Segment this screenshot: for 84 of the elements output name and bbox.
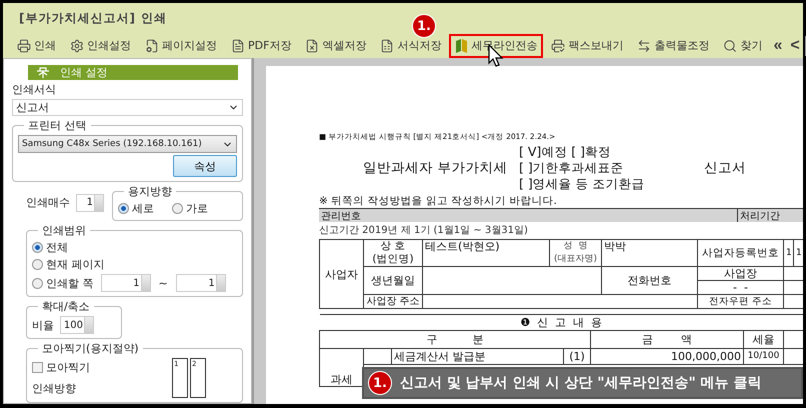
printer-dropdown[interactable]: Samsung C48x Series (192.168.10.161) [18,135,237,153]
table-cell: 상 호 (법인명) [364,240,422,266]
table-cell: 사업자 [320,240,364,308]
table-cell: 1 [794,240,803,266]
radio-button[interactable] [32,278,43,288]
toolbar-button[interactable]: 인쇄 [11,34,62,58]
field-label: 관리번호 [320,210,362,222]
spin-field[interactable]: 1 [176,274,226,292]
document-icon [231,38,245,52]
range-separator: ~ [158,276,168,290]
column-header: 금 액 [590,330,744,348]
window-title: [부가가치세신고서] 인쇄 [19,10,168,26]
radio-label: 가로 [186,201,208,216]
table-cell: 세금계산서 발급분 [392,348,564,364]
group-legend: 모아찍기(용지절약) [38,341,143,356]
checkbox[interactable] [32,362,43,373]
form-option: [ V]예정 [ ]확정 [519,144,704,160]
spin-field[interactable]: 1 [76,194,104,212]
table-cell: 1 [784,240,794,266]
field-label: 비율 [32,318,54,332]
field-label: 처리기간 [737,209,803,222]
arrows-icon [637,38,652,52]
page-gear-icon [145,38,159,52]
section-heading: ❶ 신 고 내 용 [320,314,803,330]
table-cell: 사업장 [698,266,784,280]
callout-text: 신고서 및 납부서 인쇄 시 상단 "세무라인전송" 메뉴 클릭 [400,374,762,392]
form-dropdown[interactable]: 신고서 [12,99,243,116]
table-cell: 전자우편 주소 [698,294,784,308]
radio-button[interactable] [172,203,183,214]
group-legend: 프린터 선택 [24,118,90,133]
panel-title: 인쇄 설정 [60,65,108,80]
table-cell: 사업장 주소 [364,294,422,308]
period-text: 신고기간 2019년 제 1기 (1월1일 ~ 3월31일) [319,224,529,238]
spin-field[interactable]: 1 [100,274,150,292]
radio-label: 전체 [46,240,68,255]
table-cell: 전화번호 [602,266,698,294]
toolbar-button[interactable]: 세무라인전송 [449,34,544,58]
table-cell: 생년월일 [364,266,422,294]
instruction-text: ※ 뒤쪽의 작성방법을 읽고 작성하시기 바랍니다. [319,194,558,208]
form-option: [ ]기한후과세표준 [519,160,704,176]
radio-label: 현재 페이지 [46,257,104,272]
table-cell: - - [698,280,784,294]
logo-icon [455,38,468,52]
column-header: 구 분 [320,330,590,348]
table-cell: 테스트(박현오) [422,240,550,266]
toolbar-button[interactable]: 페이지설정 [139,34,223,58]
group-legend: 확대/축소 [38,299,94,314]
toolbar-button[interactable]: 찾기 [717,34,768,58]
gear-icon [70,38,84,52]
table-cell: 성 명 (대표자명) [550,240,602,266]
radio-label: 세로 [132,201,154,216]
group-legend: 용지방향 [124,184,176,199]
spreadsheet-icon [380,38,394,52]
form-title: 신고서 [704,159,747,177]
nav-button[interactable]: « [770,36,786,54]
radio-label: 인쇄할 쪽 [46,276,94,290]
toolbar-button[interactable]: 엑셀저장 [299,34,372,58]
table-cell: 사업자등록번호 [698,240,784,266]
radio-button[interactable] [32,259,43,270]
toolbar-button[interactable]: 출력물조정 [631,34,716,58]
properties-button[interactable]: 속성 [173,155,237,177]
search-icon [723,38,738,52]
x-document-icon [305,38,320,52]
toolbar-button[interactable]: PDF저장 [225,34,298,58]
radio-button[interactable] [118,203,129,214]
form-title: 일반과세자 부가가치세 [362,159,508,177]
table-cell: 100,000,000 [590,348,744,364]
field-label: 인쇄서식 [12,82,57,97]
spin-field[interactable]: 100 [60,316,94,334]
group-legend: 인쇄범위 [38,223,90,238]
checkbox-label: 모아찍기 [46,360,90,375]
toolbar-button[interactable]: 팩스보내기 [545,34,630,58]
radio-button[interactable] [32,242,43,253]
nav-button[interactable]: < [787,36,803,54]
field-label: 인쇄매수 [26,195,70,210]
toolbar-button[interactable]: 인쇄설정 [64,34,137,58]
table-cell: 10/100 [744,348,784,364]
field-label: 인쇄방향 [32,381,77,396]
column-header: 세율 [744,330,784,348]
table-cell: 박박 [602,240,698,266]
fax-icon [551,38,566,52]
table-cell: (1) [564,348,590,364]
step-badge: 1. [368,371,392,395]
form-option: [ ]영세율 등 조기환급 [519,176,704,192]
